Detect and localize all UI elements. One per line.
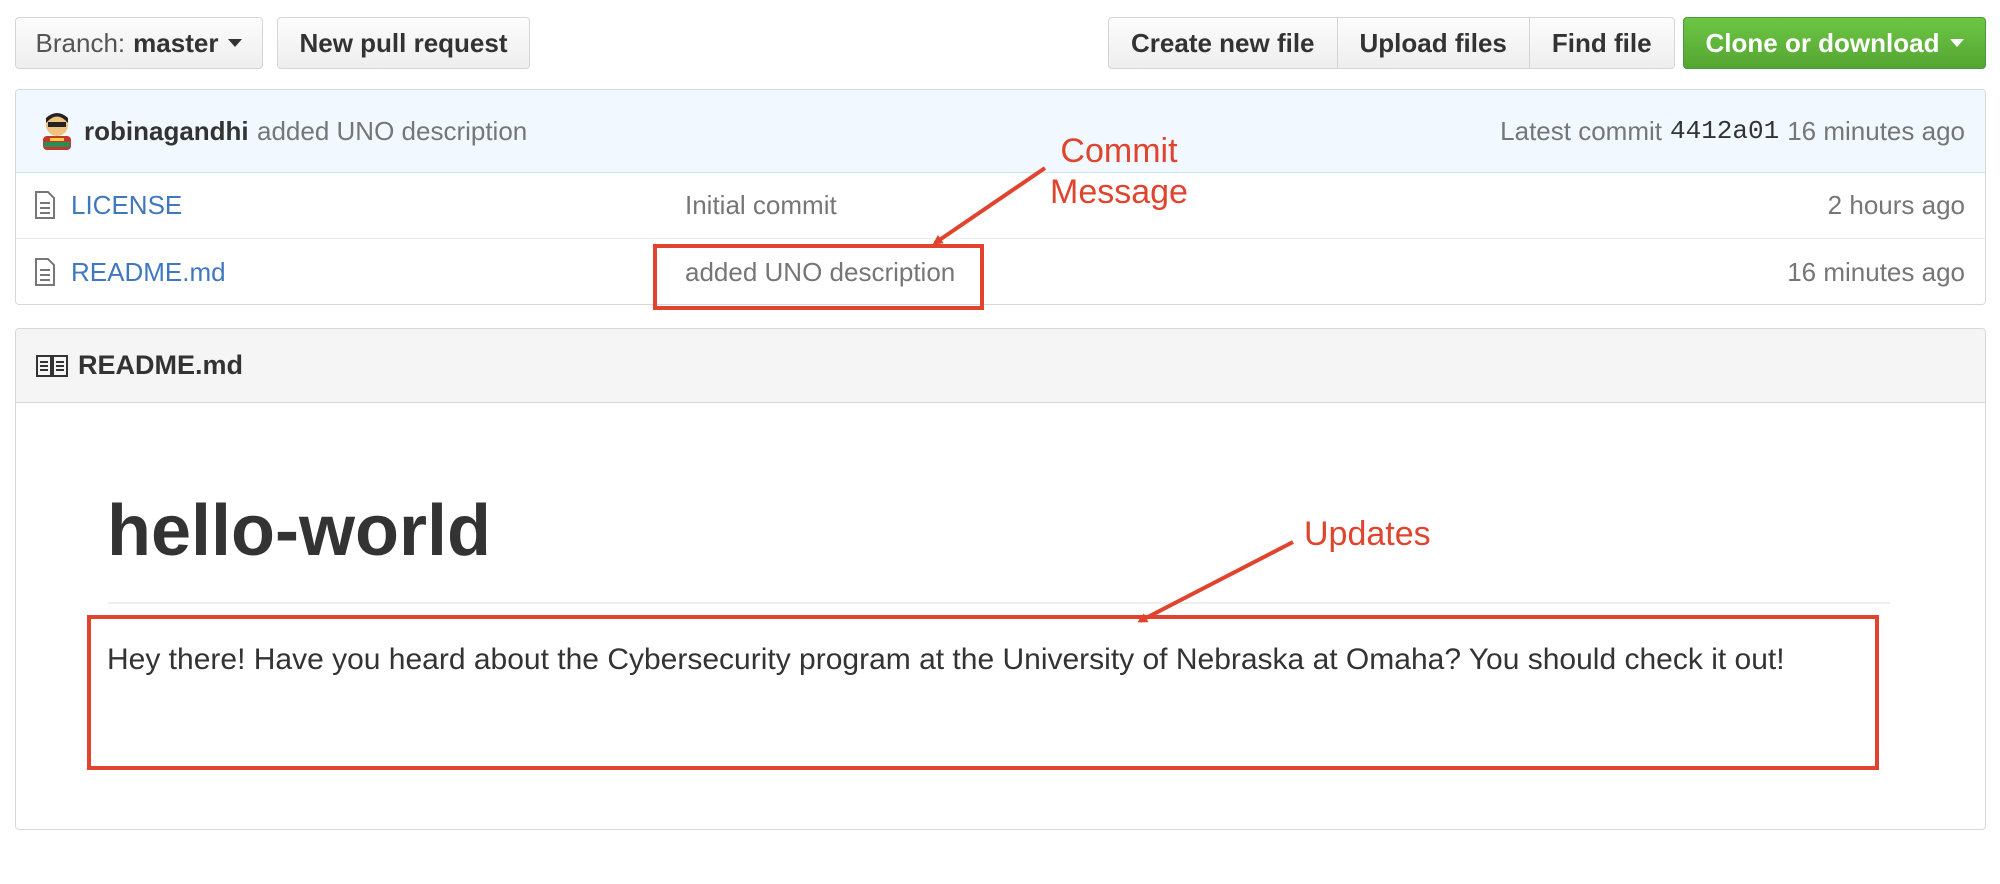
commit-author[interactable]: robinagandhi [84, 90, 249, 172]
upload-files-button[interactable]: Upload files [1336, 17, 1530, 69]
branch-value: master [133, 27, 219, 58]
find-file-button[interactable]: Find file [1528, 17, 1675, 69]
file-actions-group: Create new file Upload files Find file [1108, 17, 1675, 69]
clone-or-download-button[interactable]: Clone or download [1683, 17, 1986, 69]
book-icon [36, 354, 68, 378]
clone-label: Clone or download [1705, 27, 1940, 58]
latest-commit-info: Latest commit 4412a01 16 minutes ago [1500, 90, 1965, 172]
file-icon [34, 239, 56, 304]
branch-label: Branch: [35, 27, 126, 58]
commit-message-highlight [653, 244, 984, 310]
readme-filename: README.md [78, 350, 244, 380]
commit-annotation-line2: Message [1050, 173, 1188, 211]
commit-sha[interactable]: 4412a01 [1670, 116, 1779, 146]
updates-annotation: Updates [1304, 515, 1431, 553]
commit-age: 16 minutes ago [1787, 115, 1965, 146]
heading-divider [108, 602, 1890, 604]
updates-highlight [87, 615, 1879, 770]
chevron-down-icon [1949, 39, 1964, 47]
file-age: 16 minutes ago [1787, 256, 1965, 287]
readme-header: README.md [16, 329, 1985, 403]
file-table: robinagandhi added UNO description Lates… [15, 89, 1986, 305]
branch-selector[interactable]: Branch: master [15, 17, 263, 69]
file-name-link[interactable]: LICENSE [71, 172, 182, 238]
latest-commit-bar: robinagandhi added UNO description Lates… [16, 90, 1985, 173]
chevron-down-icon [228, 39, 243, 47]
readme-heading: hello-world [107, 491, 491, 571]
file-row: LICENSE Initial commit 2 hours ago [16, 172, 1985, 239]
commit-message[interactable]: added UNO description [257, 90, 527, 172]
commit-message-annotation: Commit Message [1050, 131, 1188, 213]
file-name-link[interactable]: README.md [71, 239, 226, 304]
latest-commit-label: Latest commit [1500, 115, 1662, 146]
file-icon [34, 172, 56, 238]
avatar[interactable] [36, 110, 78, 152]
create-new-file-button[interactable]: Create new file [1108, 17, 1338, 69]
commit-annotation-line1: Commit [1060, 132, 1178, 170]
file-age: 2 hours ago [1827, 189, 1965, 220]
new-pull-request-button[interactable]: New pull request [277, 17, 530, 69]
file-row: README.md added UNO description 16 minut… [16, 239, 1985, 304]
file-commit-message[interactable]: Initial commit [685, 172, 837, 238]
